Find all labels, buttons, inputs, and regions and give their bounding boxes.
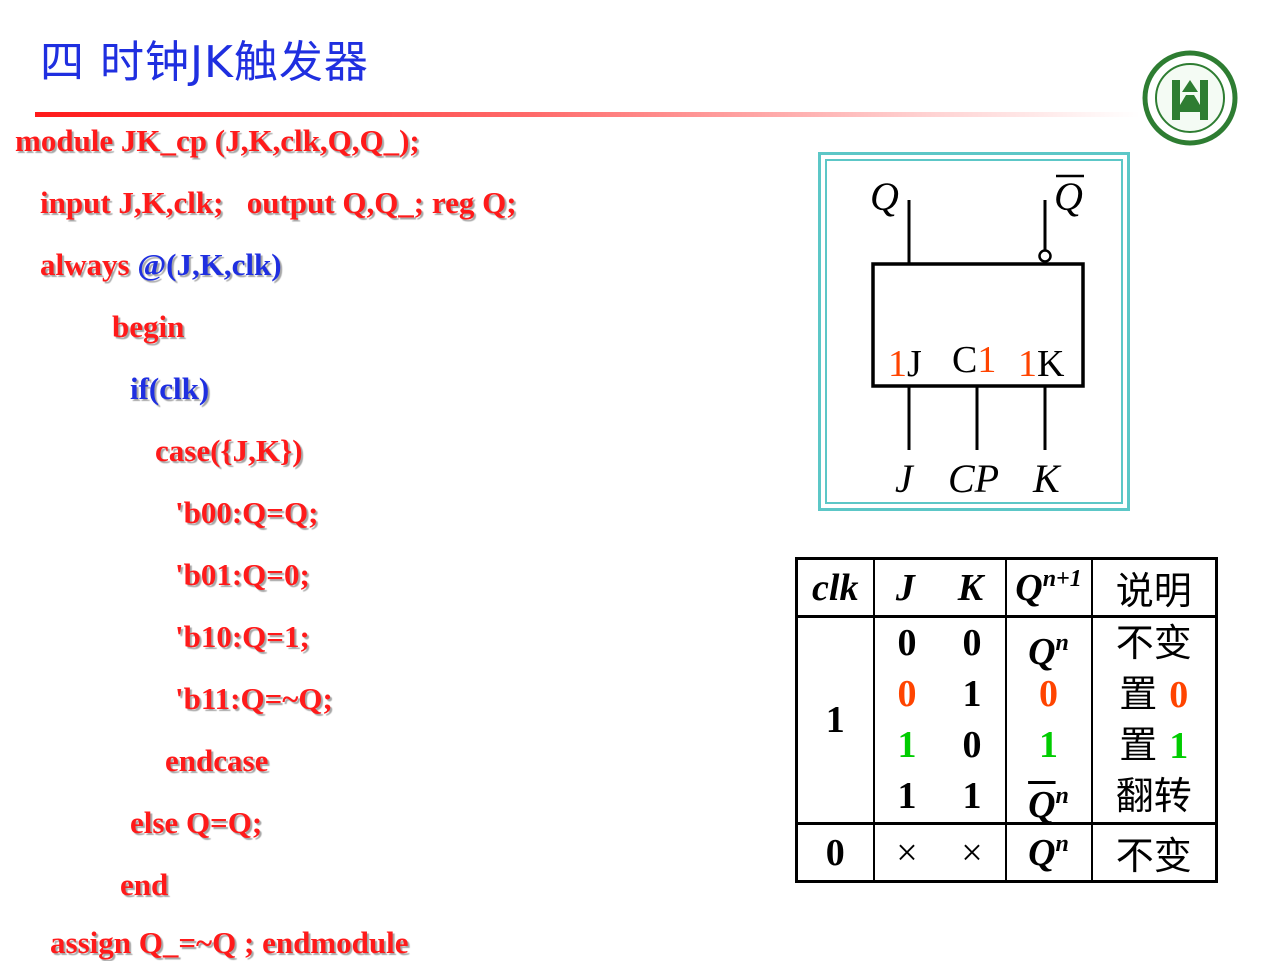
desc-reset: 置 0 xyxy=(1119,672,1189,716)
code-line-5: if(clk) xyxy=(130,371,210,406)
pin-1j-label: 1J xyxy=(888,343,922,385)
code-line-11: endcase xyxy=(165,743,269,778)
desc-set: 置 1 xyxy=(1119,723,1189,767)
next-q-cell: Qn 0 1 Qn xyxy=(1005,616,1093,826)
pin-c1-label: C1 xyxy=(952,339,996,381)
code-line-9: 'b10:Q=1; xyxy=(175,619,310,654)
description-cell: 不变 置 0 置 1 翻转 xyxy=(1092,617,1217,824)
table-header-row: clk J K Qn+1 说明 xyxy=(796,558,1217,618)
low-description-cell: 不变 xyxy=(1115,836,1192,878)
header-k: K xyxy=(957,566,984,609)
code-line-1: module JK_cp (J,K,clk,Q,Q_); xyxy=(15,123,420,158)
code-line-4: begin xyxy=(112,309,185,344)
code-line-2: input J,K,clk; output Q,Q_; reg Q; xyxy=(40,185,517,220)
code-sensitivity-list: @(J,K,clk) xyxy=(137,247,282,282)
code-line-3: always @(J,K,clk) xyxy=(40,247,282,283)
cp-input-label: CP xyxy=(948,456,999,501)
desc-toggle: 翻转 xyxy=(1115,774,1192,818)
j-input-label: J xyxy=(895,456,915,501)
code-line-12: else Q=Q; xyxy=(130,805,263,840)
pin-1k-label: 1K xyxy=(1018,343,1065,385)
university-seal-icon xyxy=(1142,50,1238,146)
jk-values-cell: 0 0 1 1 0 1 0 1 xyxy=(873,616,1007,824)
code-line-7: 'b00:Q=Q; xyxy=(175,495,319,530)
code-line-10: 'b11:Q=~Q; xyxy=(175,681,333,716)
j-values-column: 0 0 1 1 xyxy=(897,622,917,817)
header-clk: clk xyxy=(796,558,875,618)
jk-dontcare-cell: × × xyxy=(873,823,1007,882)
header-description: 说明 xyxy=(1091,558,1217,618)
k-dontcare-mark: × xyxy=(961,831,983,874)
k-values-column: 0 1 0 1 xyxy=(962,622,982,817)
clk-high-cell: 1 xyxy=(796,616,875,824)
table-row-clk-low: 0 × × Qn 不变 xyxy=(796,823,1217,882)
header-next-q: Qn+1 xyxy=(1005,558,1093,618)
code-line-6: case({J,K}) xyxy=(155,433,303,468)
code-keyword-always: always xyxy=(40,247,138,282)
qbar-output-label: Q xyxy=(1054,174,1083,219)
k-input-label: K xyxy=(1032,456,1062,501)
code-line-8: 'b01:Q=0; xyxy=(175,557,310,592)
inversion-bubble xyxy=(1038,249,1052,263)
table-row-clk-high: 1 0 0 1 1 0 1 0 1 Qn 0 1 Qn 不变 置 0 置 1 翻… xyxy=(796,616,1217,826)
next-q-reset: 0 xyxy=(1039,673,1058,715)
page-title: 四 时钟JK触发器 xyxy=(40,37,369,88)
jk-truth-table: clk J K Qn+1 说明 1 0 0 1 1 0 1 0 1 Qn 0 1… xyxy=(795,557,1218,883)
next-q-toggle: Qn xyxy=(1028,783,1069,826)
next-q-hold: Qn xyxy=(1028,630,1069,673)
header-j: J xyxy=(895,566,915,609)
j-dontcare-mark: × xyxy=(896,831,918,874)
clk-low-cell: 0 xyxy=(796,823,875,882)
jk-flipflop-symbol: Q Q 1J C1 1K J CP K xyxy=(870,174,1085,501)
low-next-q-cell: Qn xyxy=(1005,823,1093,882)
code-line-14: assign Q_=~Q ; endmodule xyxy=(50,925,409,960)
q-output-label: Q xyxy=(870,174,899,219)
next-q-set: 1 xyxy=(1039,724,1058,766)
title-underline xyxy=(35,112,1140,117)
header-jk: J K xyxy=(873,558,1007,618)
desc-hold: 不变 xyxy=(1115,621,1192,665)
code-line-13: end xyxy=(120,867,169,902)
